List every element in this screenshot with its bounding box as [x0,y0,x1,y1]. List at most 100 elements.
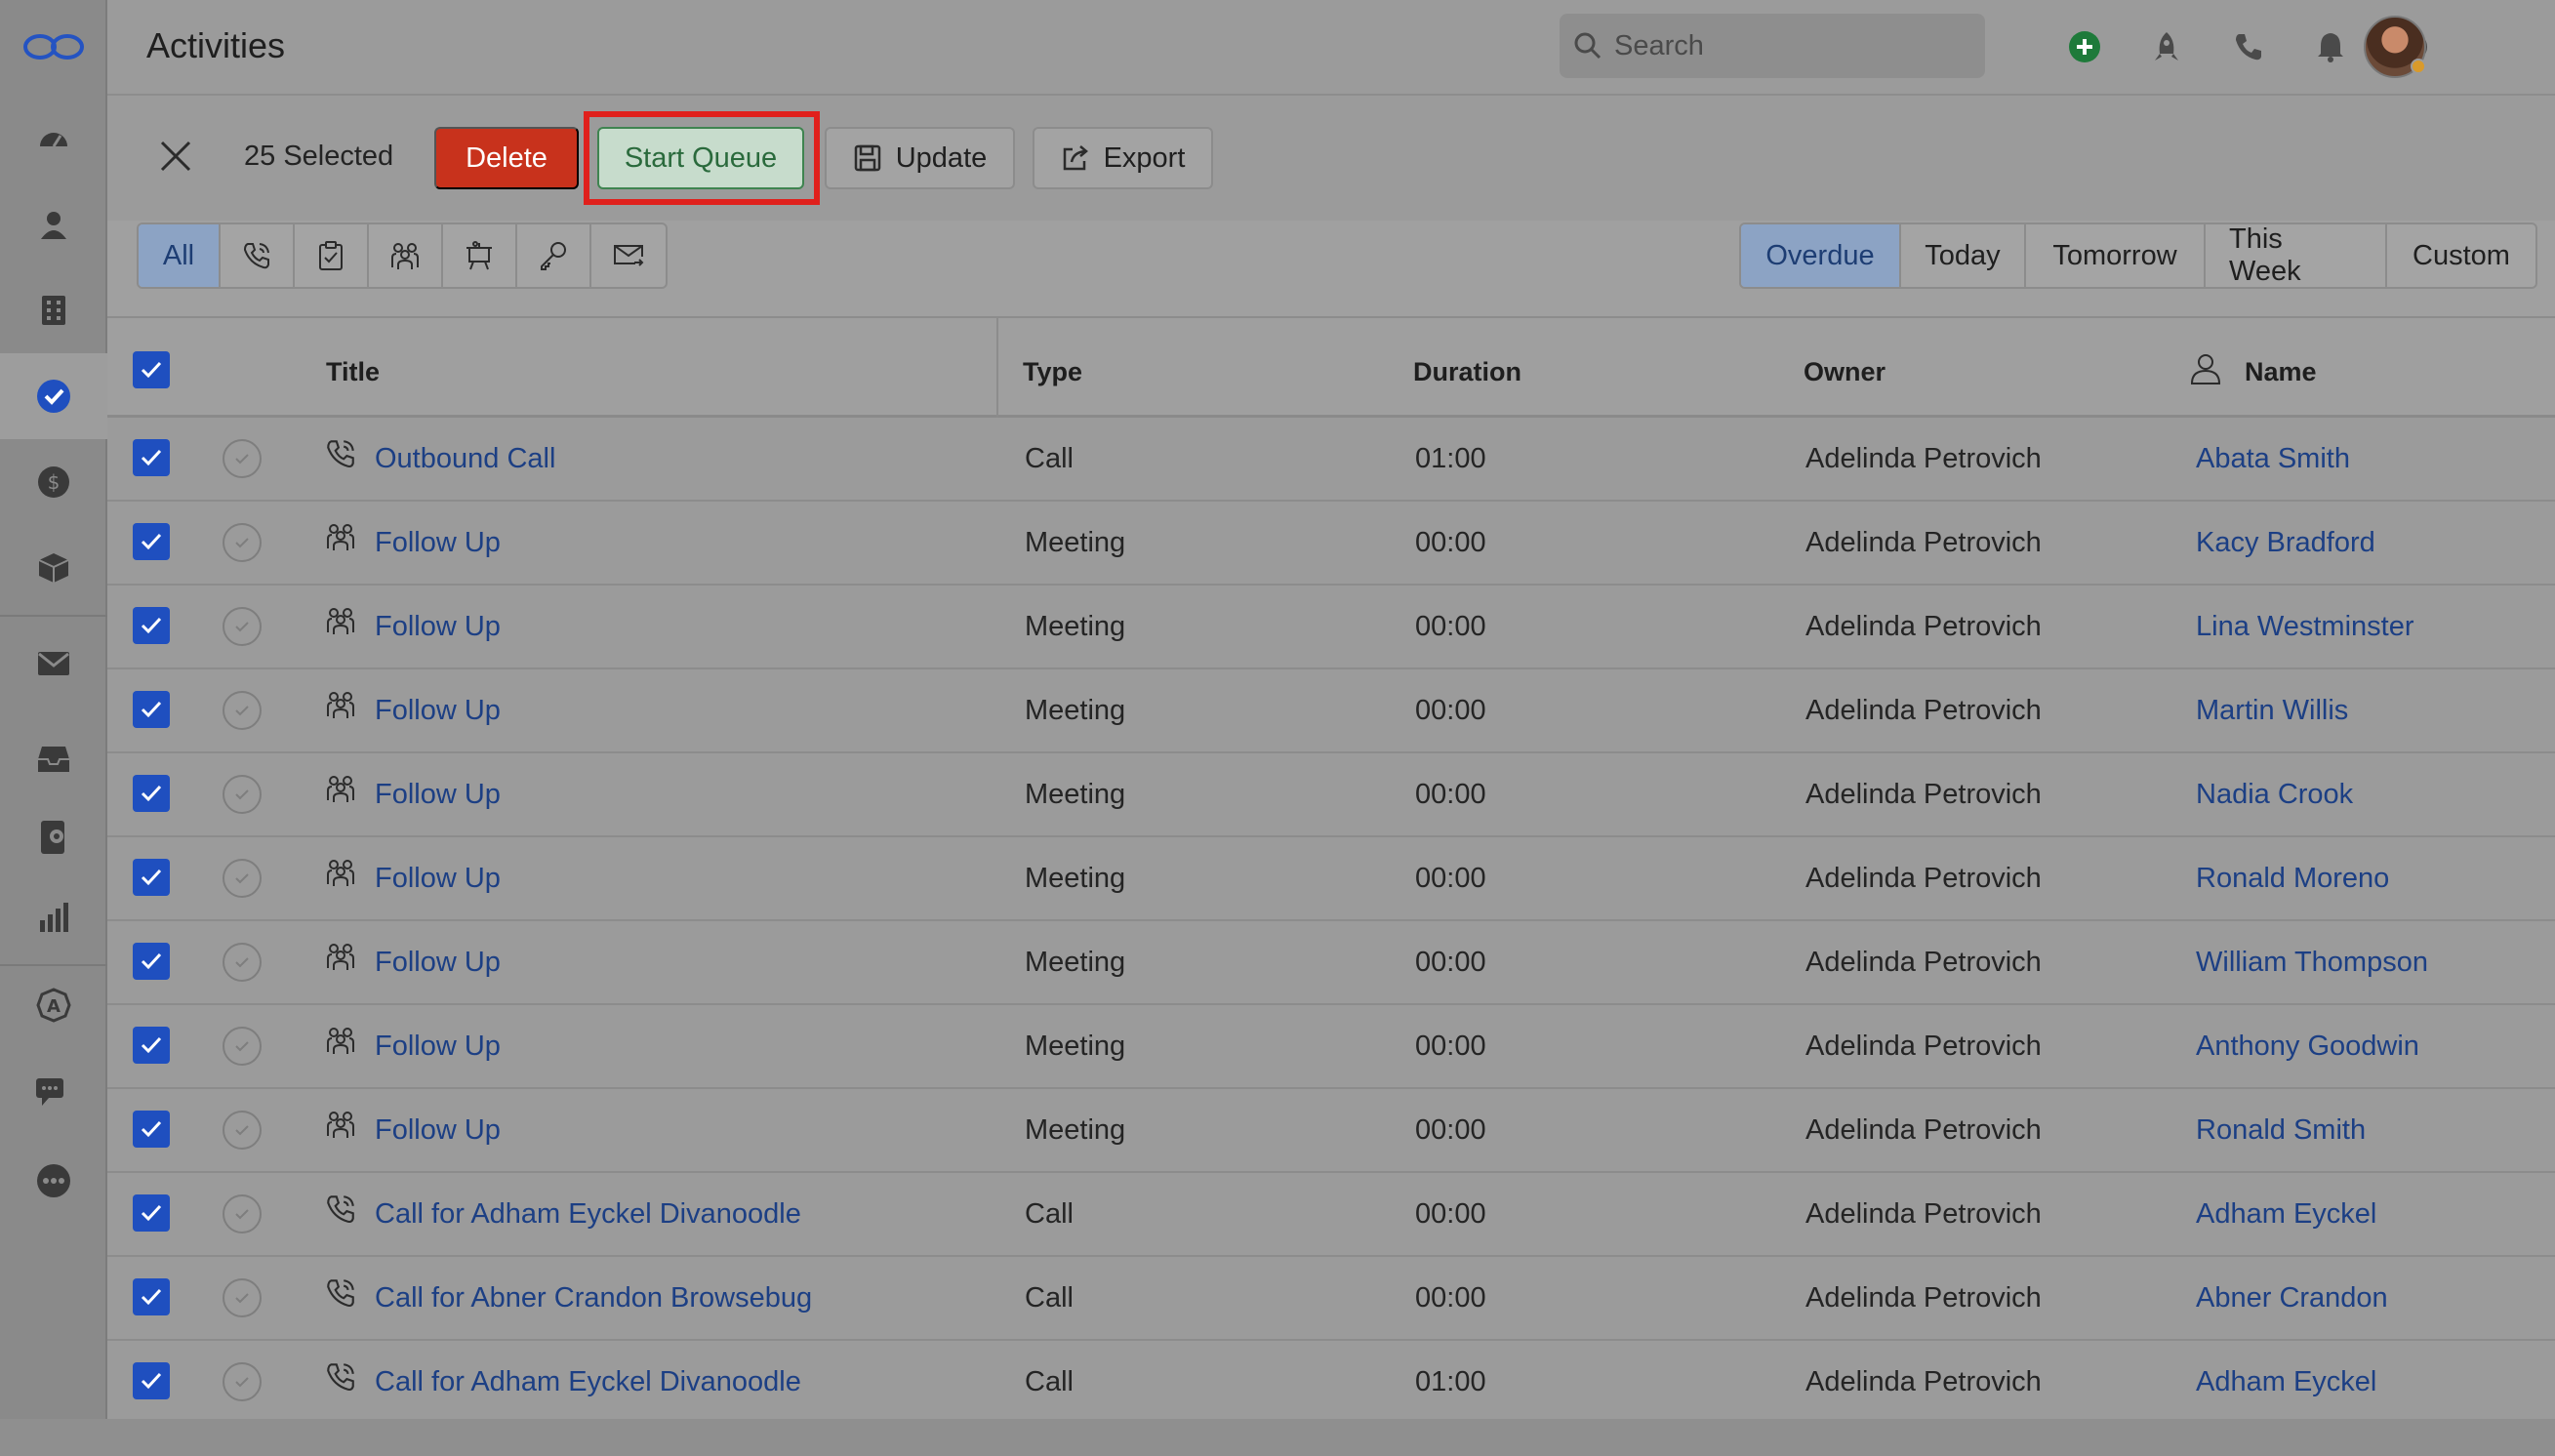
filter-all[interactable]: All [139,224,221,287]
contact-name-link[interactable]: Nadia Crook [2196,779,2353,811]
column-header-name[interactable]: Name [2245,357,2317,387]
mark-done-toggle[interactable] [223,859,262,898]
column-header-owner[interactable]: Owner [1804,357,1886,387]
row-checkbox[interactable] [133,439,170,476]
row-checkbox[interactable] [133,943,170,980]
activity-title-link[interactable]: Follow Up [375,947,501,979]
row-checkbox[interactable] [133,523,170,560]
table-row[interactable]: Follow Up Meeting 00:00 Adelinda Petrovich M… [107,669,2555,753]
activity-title-link[interactable]: Follow Up [375,863,501,895]
sidebar-item-products[interactable] [0,525,107,611]
contact-name-link[interactable]: Abner Crandon [2196,1282,2388,1314]
activity-title-link[interactable]: Call for Adham Eyckel Divanoodle [375,1366,801,1398]
contact-name-link[interactable]: Ronald Moreno [2196,863,2389,895]
phone-button[interactable] [2229,27,2268,66]
filter-presentation[interactable] [443,224,517,287]
app-logo[interactable] [0,0,107,93]
rocket-button[interactable] [2147,27,2186,66]
activity-title-link[interactable]: Follow Up [375,611,501,643]
mark-done-toggle[interactable] [223,1362,262,1401]
row-checkbox[interactable] [133,859,170,896]
activity-title-link[interactable]: Follow Up [375,1031,501,1063]
sidebar-item-activities[interactable] [0,353,107,439]
row-checkbox[interactable] [133,1278,170,1315]
table-row[interactable]: Follow Up Meeting 00:00 Adelinda Petrovich K… [107,502,2555,586]
table-row[interactable]: Follow Up Meeting 00:00 Adelinda Petrovich L… [107,586,2555,669]
sidebar-item-dashboard[interactable] [0,96,107,182]
row-checkbox[interactable] [133,691,170,728]
table-row[interactable]: Call for Abner Crandon Browsebug Call 00:0… [107,1257,2555,1341]
date-filter-overdue[interactable]: Overdue [1741,224,1901,287]
table-row[interactable]: Follow Up Meeting 00:00 Adelinda Petrovich R… [107,837,2555,921]
close-icon[interactable] [154,135,197,178]
table-row[interactable]: Outbound Call Call 01:00 Adelinda Petrovich… [107,418,2555,502]
contact-name-link[interactable]: Lina Westminster [2196,611,2414,643]
activity-title-link[interactable]: Follow Up [375,779,501,811]
filter-call[interactable] [221,224,295,287]
table-row[interactable]: Call for Adham Eyckel Divanoodle Call 00:0… [107,1173,2555,1257]
contact-name-link[interactable]: Adham Eyckel [2196,1366,2376,1398]
row-checkbox[interactable] [133,1027,170,1064]
activity-title-link[interactable]: Call for Abner Crandon Browsebug [375,1282,812,1314]
row-checkbox[interactable] [133,1194,170,1232]
sidebar-item-chat[interactable] [0,1050,107,1136]
row-checkbox[interactable] [133,607,170,644]
table-row[interactable]: Follow Up Meeting 00:00 Adelinda Petrovich R… [107,1089,2555,1173]
mark-done-toggle[interactable] [223,1278,262,1317]
sidebar-item-reports[interactable] [0,874,107,960]
table-row[interactable]: Follow Up Meeting 00:00 Adelinda Petrovich N… [107,753,2555,837]
filter-email[interactable] [591,224,666,287]
sidebar-item-inbox[interactable] [0,716,107,802]
activity-title-link[interactable]: Call for Adham Eyckel Divanoodle [375,1198,801,1231]
date-filter-tomorrow[interactable]: Tomorrow [2026,224,2206,287]
row-checkbox[interactable] [133,775,170,812]
sidebar-item-contacts[interactable] [0,182,107,267]
mark-done-toggle[interactable] [223,775,262,814]
mark-done-toggle[interactable] [223,1194,262,1234]
table-row[interactable]: Follow Up Meeting 00:00 Adelinda Petrovich W… [107,921,2555,1005]
row-checkbox[interactable] [133,1111,170,1148]
mark-done-toggle[interactable] [223,943,262,982]
filter-task[interactable] [295,224,369,287]
search-input[interactable]: Search [1560,14,1985,78]
sidebar-item-companies[interactable] [0,267,107,353]
activity-title-link[interactable]: Follow Up [375,527,501,559]
update-button[interactable]: Update [825,127,1015,189]
contact-name-link[interactable]: Anthony Goodwin [2196,1031,2419,1063]
mark-done-toggle[interactable] [223,523,262,562]
select-all-checkbox[interactable] [133,351,170,388]
add-button[interactable] [2065,27,2104,66]
contact-name-link[interactable]: William Thompson [2196,947,2428,979]
contact-name-link[interactable]: Kacy Bradford [2196,527,2375,559]
sidebar-item-email[interactable] [0,621,107,707]
activity-title-link[interactable]: Outbound Call [375,443,555,475]
mark-done-toggle[interactable] [223,1027,262,1066]
column-header-title[interactable]: Title [326,357,380,387]
row-checkbox[interactable] [133,1362,170,1399]
contact-name-link[interactable]: Abata Smith [2196,443,2350,475]
delete-button[interactable]: Delete [434,127,579,189]
table-row[interactable]: Call for Adham Eyckel Divanoodle Call 01:0… [107,1341,2555,1425]
sidebar-item-phone-book[interactable] [0,794,107,880]
mark-done-toggle[interactable] [223,1111,262,1150]
notifications-button[interactable] [2311,27,2350,66]
sidebar-item-automation[interactable]: A [0,962,107,1048]
filter-meeting[interactable] [369,224,443,287]
filter-key[interactable] [517,224,591,287]
contact-name-link[interactable]: Adham Eyckel [2196,1198,2376,1231]
activity-title-link[interactable]: Follow Up [375,695,501,727]
mark-done-toggle[interactable] [223,691,262,730]
start-queue-button[interactable]: Start Queue [597,127,804,189]
mark-done-toggle[interactable] [223,439,262,478]
date-filter-custom[interactable]: Custom [2387,224,2535,287]
contact-name-link[interactable]: Martin Willis [2196,695,2348,727]
activity-title-link[interactable]: Follow Up [375,1114,501,1147]
contact-name-link[interactable]: Ronald Smith [2196,1114,2366,1147]
column-header-duration[interactable]: Duration [1413,357,1521,387]
table-row[interactable]: Follow Up Meeting 00:00 Adelinda Petrovich A… [107,1005,2555,1089]
column-header-type[interactable]: Type [1023,357,1082,387]
date-filter-today[interactable]: Today [1901,224,2026,287]
sidebar-item-more[interactable] [0,1138,107,1224]
date-filter-this-week[interactable]: This Week [2206,224,2387,287]
sidebar-item-deals[interactable]: $ [0,439,107,525]
